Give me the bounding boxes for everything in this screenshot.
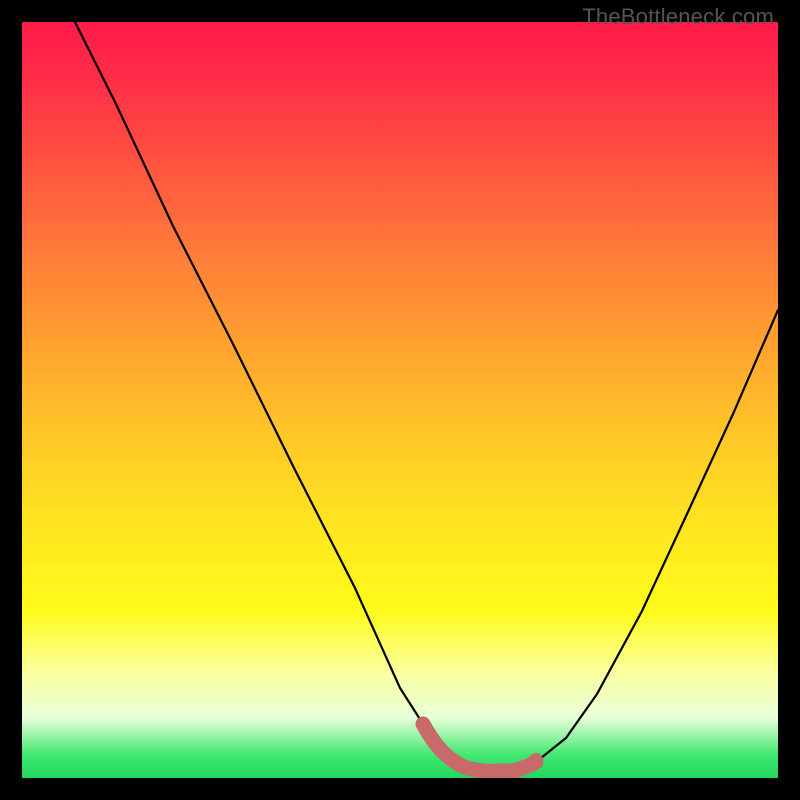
curve-highlight-endpoint: [529, 753, 543, 767]
watermark-text: TheBottleneck.com: [582, 4, 774, 30]
bottleneck-chart: [22, 22, 778, 778]
curve-highlight-band: [423, 724, 536, 771]
bottleneck-curve-line: [75, 22, 778, 771]
